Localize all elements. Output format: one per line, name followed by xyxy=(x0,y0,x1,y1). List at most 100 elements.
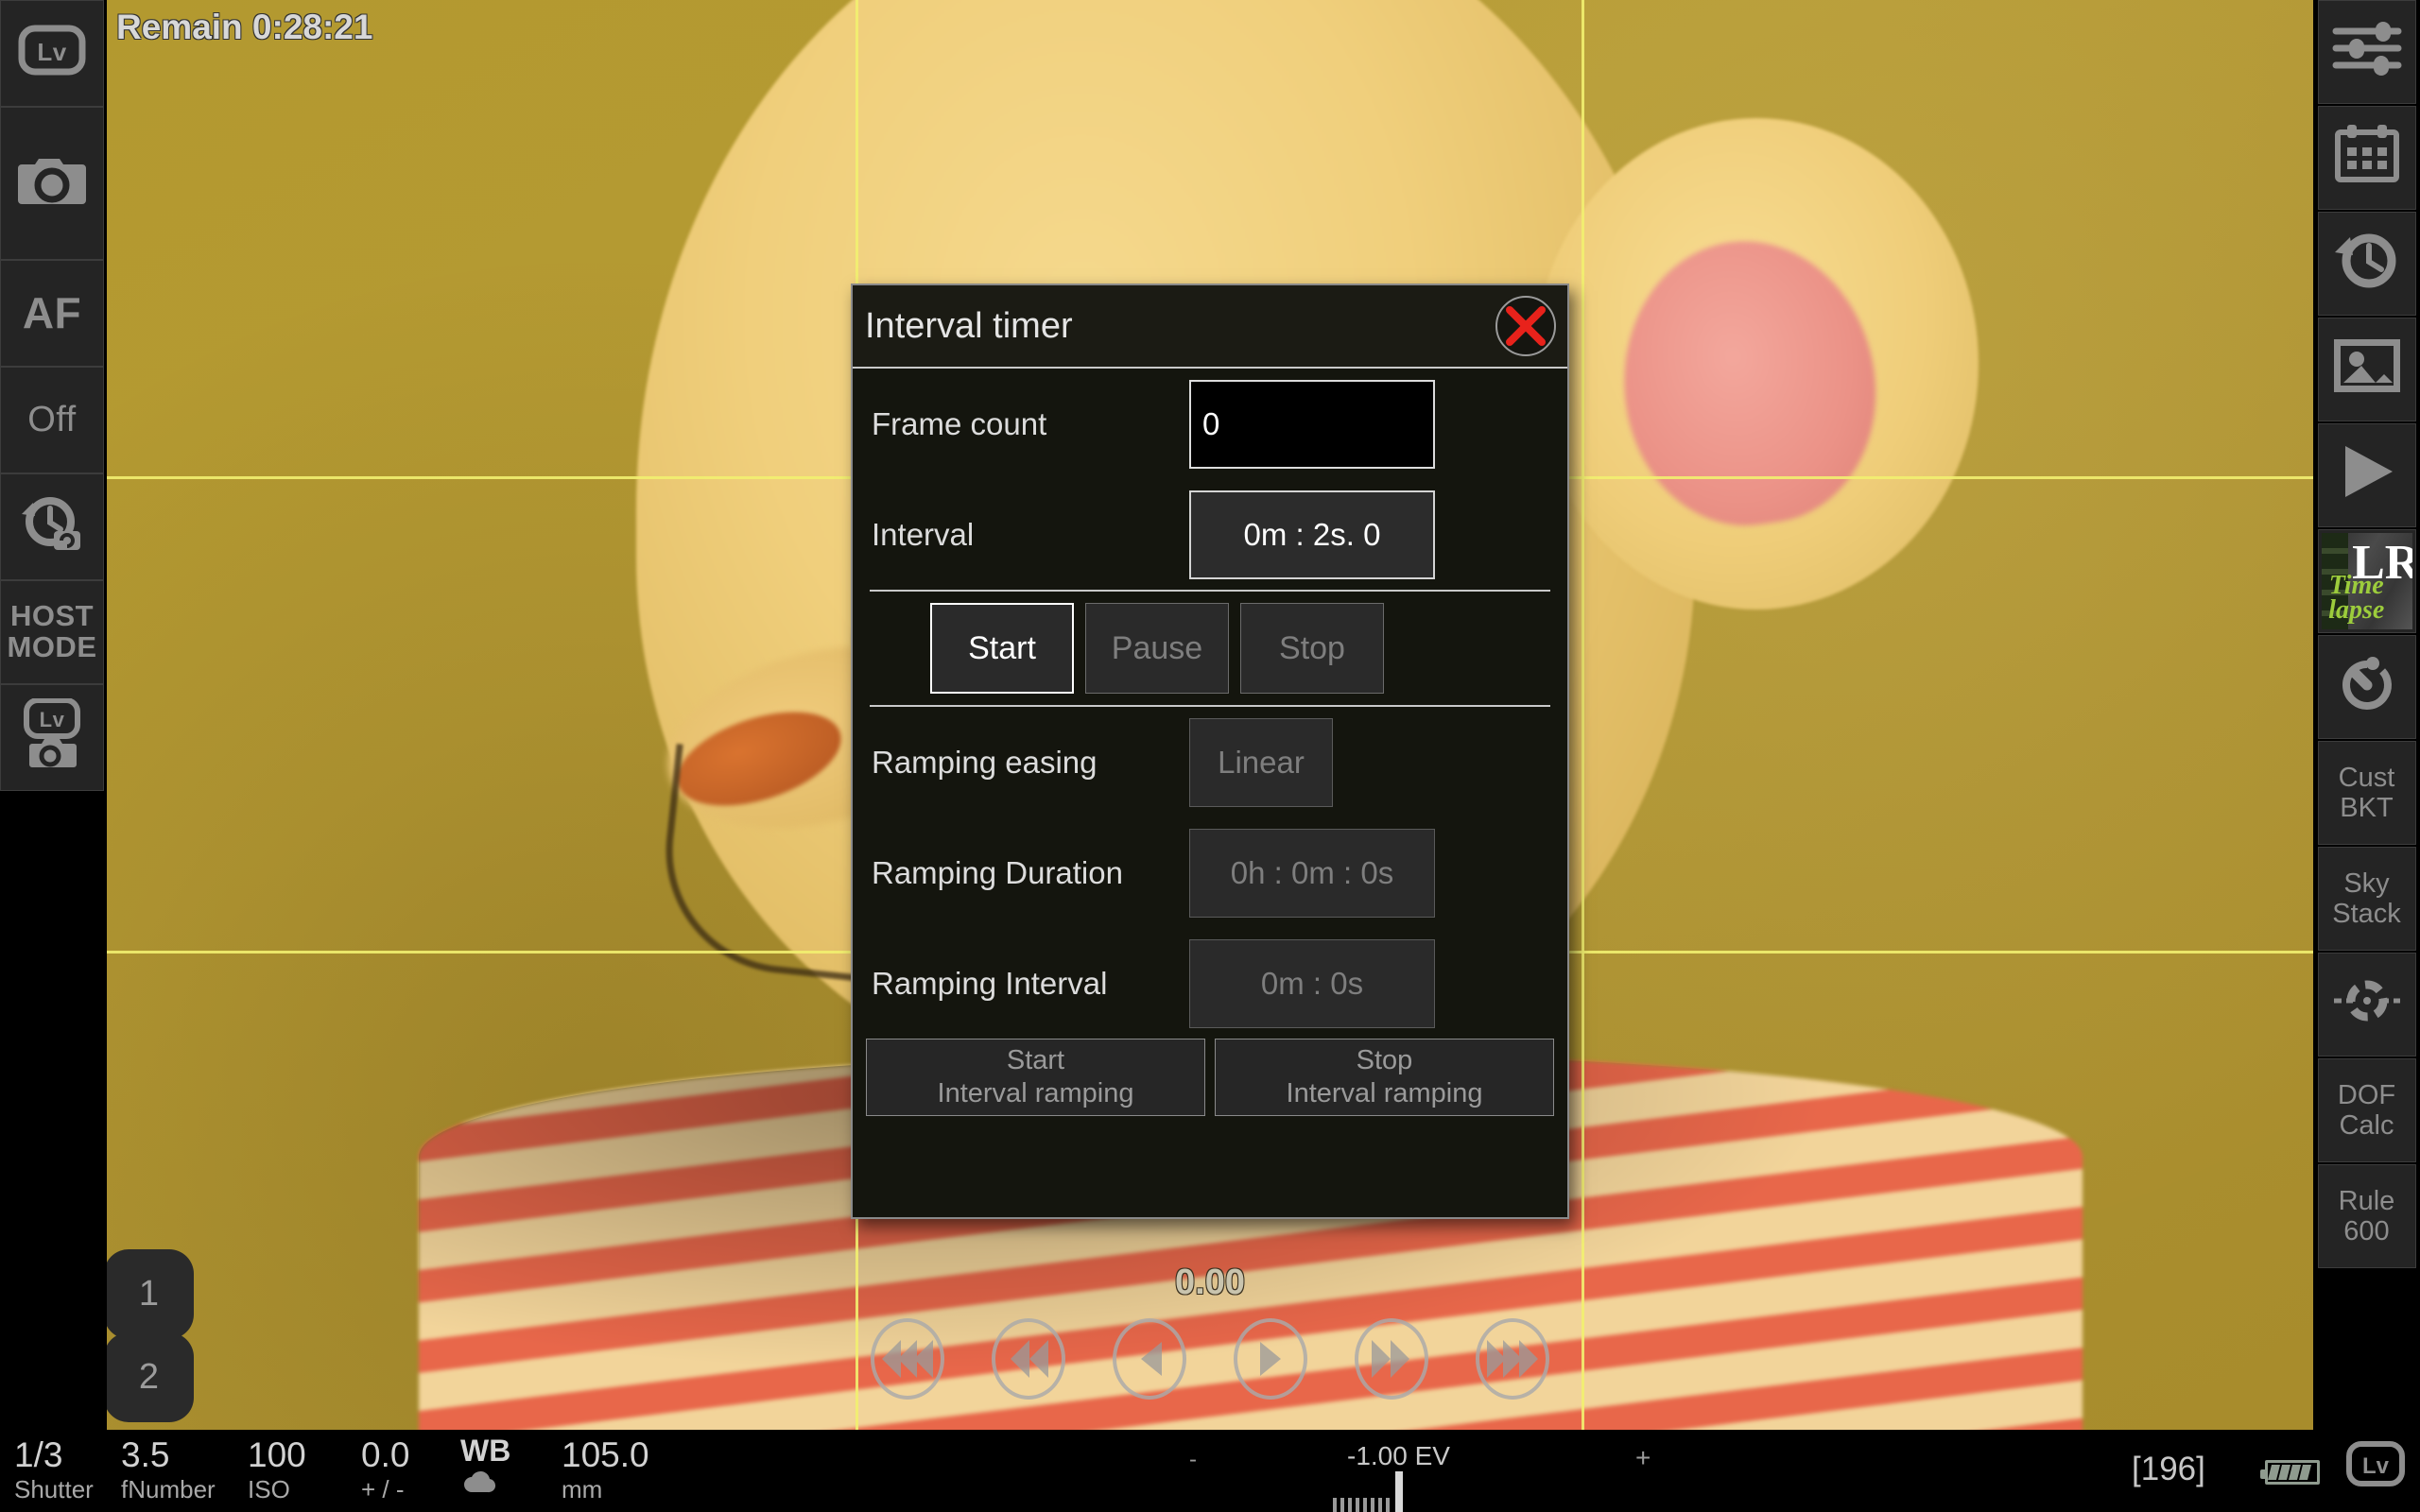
iso-label: ISO xyxy=(248,1475,290,1503)
sidebar-item-sky-stack[interactable]: Sky Stack xyxy=(2317,847,2416,951)
sidebar-item-drive-mode[interactable]: Off xyxy=(0,367,104,473)
stop-button[interactable]: Stop xyxy=(1240,603,1384,694)
clock-rewind-icon xyxy=(2331,230,2403,297)
frame-count-input[interactable]: 0 xyxy=(1189,379,1435,469)
stop-ramping-line1: Stop xyxy=(1356,1044,1413,1075)
app-root: Remain 0:28:21 1 2 0.00 Lv AF Off HOST M… xyxy=(0,0,2420,1512)
ramping-duration-row: Ramping Duration 0h : 0m : 0s xyxy=(864,817,1556,928)
exp-comp-value: 0.0 xyxy=(361,1435,410,1474)
sidebar-item-interval-timer[interactable] xyxy=(0,473,104,580)
svg-text:Lv: Lv xyxy=(2362,1453,2390,1479)
focus-control-bar xyxy=(0,1318,2420,1400)
sidebar-item-autofocus-toggle[interactable]: AF xyxy=(0,260,104,367)
live-view-icon: Lv xyxy=(18,25,86,82)
interval-row: Interval 0m : 2s. 0 xyxy=(864,479,1556,590)
rule-600-text-icon: Rule 600 xyxy=(2338,1185,2395,1246)
dialog-title: Interval timer xyxy=(865,305,1073,346)
sidebar-item-stopwatch[interactable] xyxy=(2317,635,2416,739)
camera-icon xyxy=(16,153,88,215)
sidebar-item-host-mode[interactable]: HOST MODE xyxy=(0,580,104,684)
cloudy-wb-icon xyxy=(460,1469,510,1499)
live-view-status-icon[interactable]: Lv xyxy=(2346,1441,2405,1493)
ev-scale xyxy=(1333,1471,1403,1512)
status-fnumber[interactable]: 3.5 fNumber xyxy=(121,1437,216,1508)
close-icon[interactable] xyxy=(1495,296,1556,356)
host-mode-icon: HOST MODE xyxy=(7,599,97,663)
sidebar-item-settings-sliders[interactable] xyxy=(2317,0,2416,104)
ramping-interval-row: Ramping Interval 0m : 0s xyxy=(864,928,1556,1039)
ramping-easing-row: Ramping easing Linear xyxy=(864,707,1556,817)
start-ramping-line1: Start xyxy=(1006,1044,1065,1075)
stopwatch-icon xyxy=(2337,653,2397,720)
focus-near-fast-icon[interactable] xyxy=(1476,1318,1549,1400)
pause-button[interactable]: Pause xyxy=(1085,603,1229,694)
wb-value: WB xyxy=(460,1434,511,1468)
status-iso[interactable]: 100 ISO xyxy=(248,1437,306,1508)
focus-far-slow-icon[interactable] xyxy=(1113,1318,1186,1400)
play-icon xyxy=(2338,442,2396,507)
shots-remaining-label: [196] xyxy=(2132,1451,2205,1487)
status-shutter[interactable]: 1/3 Shutter xyxy=(14,1437,94,1508)
right-toolbar: LR Time lapse Cust BKT Sky Stack DOF Cal… xyxy=(2313,0,2420,1430)
sidebar-item-shutter-release[interactable] xyxy=(0,107,104,260)
focus-position-value: 0.00 xyxy=(1175,1263,1245,1302)
remaining-time-label: Remain 0:28:21 xyxy=(116,8,373,46)
ev-plus-label: + xyxy=(1635,1443,1651,1472)
sidebar-item-dof-calculator[interactable]: DOF Calc xyxy=(2317,1058,2416,1162)
frame-count-label: Frame count xyxy=(872,405,1047,441)
off-text-icon: Off xyxy=(27,399,77,439)
calendar-icon xyxy=(2334,125,2400,190)
focus-far-fast-icon[interactable] xyxy=(871,1318,944,1400)
start-button[interactable]: Start xyxy=(930,603,1074,694)
focal-label: mm xyxy=(562,1475,603,1503)
svg-text:Lv: Lv xyxy=(37,38,66,66)
ramping-duration-picker[interactable]: 0h : 0m : 0s xyxy=(1189,828,1435,918)
start-ramping-line2: Interval ramping xyxy=(937,1078,1134,1108)
ramping-easing-picker[interactable]: Linear xyxy=(1189,717,1333,807)
fnumber-value: 3.5 xyxy=(121,1435,170,1474)
crosshair-icon xyxy=(2332,974,2402,1034)
stop-interval-ramping-button[interactable]: Stop Interval ramping xyxy=(1215,1039,1554,1116)
sidebar-item-play[interactable] xyxy=(2317,423,2416,527)
shutter-label: Shutter xyxy=(14,1475,94,1503)
image-icon xyxy=(2332,338,2401,399)
sidebar-item-live-view-capture[interactable]: Lv xyxy=(0,684,104,791)
interval-timer-dialog: Interval timer Frame count 0 Interval 0m… xyxy=(851,284,1569,1219)
dof-calc-text-icon: DOF Calc xyxy=(2337,1079,2396,1141)
sidebar-item-calendar[interactable] xyxy=(2317,106,2416,210)
status-focal-length[interactable]: 105.0 mm xyxy=(562,1437,649,1508)
interval-timer-icon xyxy=(16,493,88,560)
sidebar-item-gallery[interactable] xyxy=(2317,318,2416,421)
status-white-balance[interactable]: WB xyxy=(460,1435,510,1499)
sidebar-item-lr-timelapse[interactable]: LR Time lapse xyxy=(2317,529,2416,633)
shutter-value: 1/3 xyxy=(14,1435,63,1474)
focus-near-slow-icon[interactable] xyxy=(1234,1318,1307,1400)
frame-count-row: Frame count 0 xyxy=(864,369,1556,479)
grid-line-vertical-right xyxy=(1582,0,1584,1430)
ev-minus-label: - xyxy=(1189,1447,1197,1472)
dialog-title-bar: Interval timer xyxy=(853,285,1567,369)
iso-value: 100 xyxy=(248,1435,306,1474)
sidebar-item-custom-bracketing[interactable]: Cust BKT xyxy=(2317,741,2416,845)
interval-picker[interactable]: 0m : 2s. 0 xyxy=(1189,490,1435,579)
ramping-interval-picker[interactable]: 0m : 0s xyxy=(1189,938,1435,1028)
sidebar-item-rule-600[interactable]: Rule 600 xyxy=(2317,1164,2416,1268)
exposure-meter[interactable]: - -1.00 EV + xyxy=(1040,1434,1702,1512)
status-exposure-compensation[interactable]: 0.0 + / - xyxy=(361,1437,409,1508)
exp-comp-label: + / - xyxy=(361,1475,405,1503)
transport-button-row: Start Pause Stop xyxy=(864,592,1556,705)
sidebar-item-star-tracker[interactable] xyxy=(2317,953,2416,1057)
stop-ramping-line2: Interval ramping xyxy=(1286,1078,1483,1108)
start-interval-ramping-button[interactable]: Start Interval ramping xyxy=(866,1039,1205,1116)
fnumber-label: fNumber xyxy=(121,1475,216,1503)
focus-near-medium-icon[interactable] xyxy=(1355,1318,1428,1400)
ramping-button-row: Start Interval ramping Stop Interval ram… xyxy=(864,1039,1556,1116)
lr-timelapse-icon: LR Time lapse xyxy=(2321,533,2412,629)
svg-text:Lv: Lv xyxy=(40,708,65,731)
af-text-icon: AF xyxy=(22,288,82,338)
battery-full-icon xyxy=(2260,1460,2320,1485)
focus-far-medium-icon[interactable] xyxy=(992,1318,1065,1400)
ramping-easing-label: Ramping easing xyxy=(872,744,1098,780)
sidebar-item-live-view-toggle[interactable]: Lv xyxy=(0,0,104,107)
sidebar-item-timer-history[interactable] xyxy=(2317,212,2416,316)
